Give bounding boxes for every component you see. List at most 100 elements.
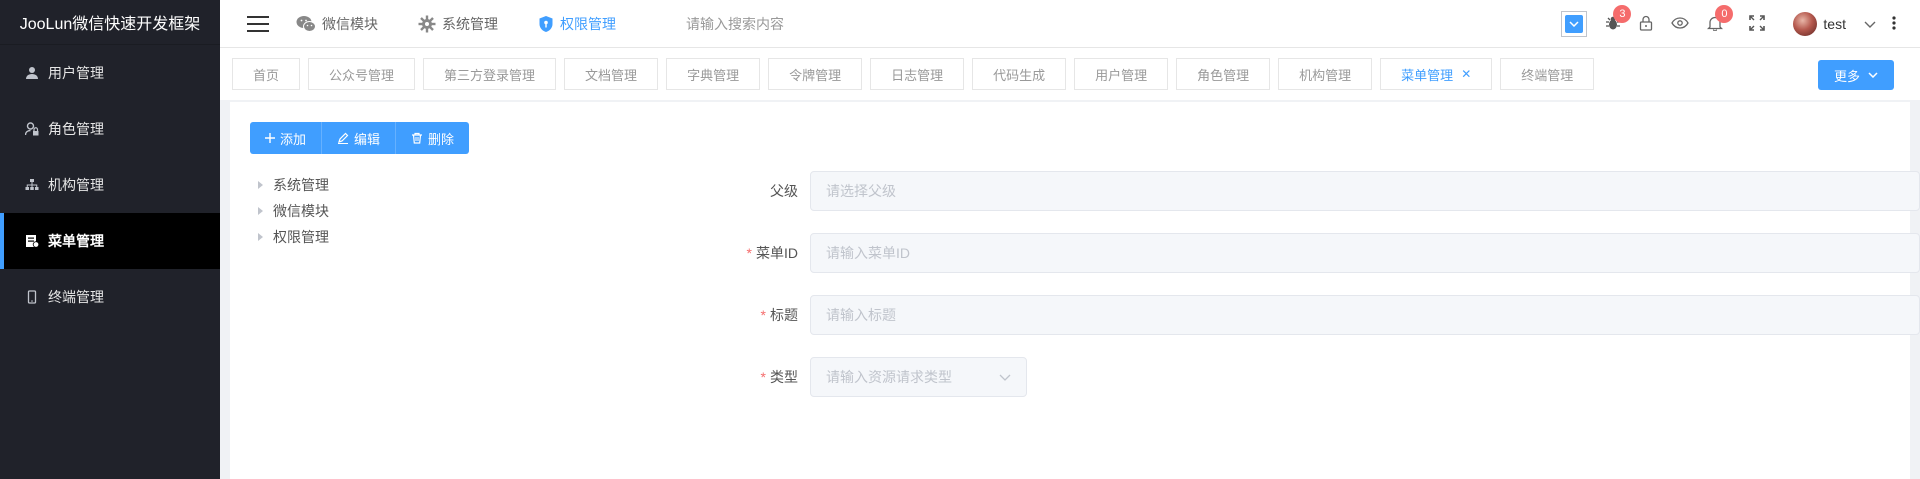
sidebar-item-roles[interactable]: 角色管理 <box>0 101 220 157</box>
shield-icon <box>538 15 554 33</box>
more-label: 更多 <box>1833 68 1860 84</box>
form-row-parent: 父级 <box>690 170 1920 212</box>
tab-orgs[interactable]: 机构管理 <box>1278 58 1373 90</box>
nav-permission-management[interactable]: 权限管理 <box>538 14 616 34</box>
user-menu[interactable]: test <box>1793 12 1846 36</box>
search-input[interactable] <box>686 8 906 39</box>
eye-button[interactable] <box>1671 16 1690 32</box>
parent-field[interactable] <box>810 171 1920 211</box>
required-mark: * <box>760 369 766 385</box>
sidebar: JooLun微信快速开发框架 用户管理 角色管理 机构管理 菜单管理 终端管理 <box>0 0 220 479</box>
hamburger-menu-icon[interactable] <box>220 0 296 48</box>
nav-label: 微信模块 <box>322 15 378 32</box>
gear-icon <box>418 15 436 33</box>
sidebar-item-menus[interactable]: 菜单管理 <box>0 213 220 269</box>
tree-node[interactable]: 微信模块 <box>258 198 329 224</box>
title-label-text: 标题 <box>770 307 798 323</box>
chevron-down-icon <box>1868 72 1878 78</box>
brand-title: JooLun微信快速开发框架 <box>0 0 220 45</box>
tab-dictionary[interactable]: 字典管理 <box>666 58 761 90</box>
menu-id-label: * 菜单ID <box>690 243 810 263</box>
caret-right-icon[interactable] <box>258 207 263 215</box>
add-button[interactable]: 添加 <box>250 122 323 154</box>
menu-tree: 系统管理 微信模块 权限管理 <box>258 172 329 250</box>
tabs-bar: 首页 公众号管理 第三方登录管理 文档管理 字典管理 令牌管理 日志管理 代码生… <box>220 48 1920 100</box>
close-icon[interactable]: ✕ <box>1461 67 1471 81</box>
mobile-icon <box>24 289 40 305</box>
type-label: * 类型 <box>690 367 810 387</box>
tab-home[interactable]: 首页 <box>232 58 301 90</box>
chevron-down-icon <box>1864 16 1876 32</box>
title-label: * 标题 <box>690 305 810 325</box>
tree-node-label: 系统管理 <box>273 177 329 193</box>
tab-terminals[interactable]: 终端管理 <box>1500 58 1595 90</box>
tab-code-gen[interactable]: 代码生成 <box>972 58 1067 90</box>
edit-label: 编辑 <box>354 131 381 147</box>
plus-icon <box>265 133 275 143</box>
sidebar-item-terminals[interactable]: 终端管理 <box>0 269 220 325</box>
tab-roles[interactable]: 角色管理 <box>1176 58 1271 90</box>
theme-dropdown[interactable] <box>1561 11 1588 37</box>
edit-icon <box>337 132 349 144</box>
sidebar-item-label: 终端管理 <box>48 289 104 305</box>
more-tabs-button[interactable]: 更多 <box>1818 60 1894 90</box>
sidebar-item-users[interactable]: 用户管理 <box>0 45 220 101</box>
form-row-type: * 类型 请输入资源请求类型 <box>690 356 1920 398</box>
tab-official-account[interactable]: 公众号管理 <box>308 58 416 90</box>
tab-menus[interactable]: 菜单管理 ✕ <box>1380 58 1493 90</box>
more-options-button[interactable] <box>1892 15 1896 33</box>
lock-button[interactable] <box>1639 15 1653 34</box>
notification-button[interactable]: 0 <box>1707 4 1734 34</box>
tree-node[interactable]: 系统管理 <box>258 172 329 198</box>
trash-icon <box>411 132 423 144</box>
title-field[interactable] <box>810 295 1920 335</box>
top-header: 微信模块 系统管理 权限管理 3 <box>220 0 1920 48</box>
tab-logs[interactable]: 日志管理 <box>870 58 965 90</box>
main-panel: 添加 编辑 删除 系统管理 微信模块 权限管理 父级 请选择父级 * 菜单ID … <box>230 102 1920 479</box>
edit-button[interactable]: 编辑 <box>322 122 397 154</box>
tab-documents[interactable]: 文档管理 <box>564 58 659 90</box>
chevron-down-icon <box>1565 15 1584 33</box>
tab-users[interactable]: 用户管理 <box>1074 58 1169 90</box>
tab-tokens[interactable]: 令牌管理 <box>768 58 863 90</box>
delete-button[interactable]: 删除 <box>396 122 470 154</box>
toolbar: 添加 编辑 删除 <box>250 122 470 154</box>
add-label: 添加 <box>280 131 307 147</box>
menu-form: 父级 *菜单ID *标题 *类型 请输入资源请求类型 <box>690 170 1920 418</box>
user-icon <box>24 65 40 81</box>
tree-node[interactable]: 权限管理 <box>258 224 329 250</box>
type-label-text: 类型 <box>770 369 798 385</box>
menu-id-label-text: 菜单ID <box>756 245 798 261</box>
nav-label: 权限管理 <box>560 15 616 32</box>
notification-count-badge: 0 <box>1715 4 1734 23</box>
sidebar-item-label: 用户管理 <box>48 65 104 81</box>
nav-wechat-module[interactable]: 微信模块 <box>296 14 378 34</box>
fullscreen-icon <box>1749 14 1766 34</box>
tab-third-party-login[interactable]: 第三方登录管理 <box>423 58 557 90</box>
tree-node-label: 权限管理 <box>273 229 329 245</box>
form-row-menu-id: * 菜单ID <box>690 232 1920 274</box>
menu-doc-icon <box>24 233 40 249</box>
delete-label: 删除 <box>428 131 455 147</box>
caret-right-icon[interactable] <box>258 181 263 189</box>
wechat-icon <box>296 15 316 33</box>
fullscreen-button[interactable] <box>1749 14 1766 34</box>
avatar <box>1793 12 1818 36</box>
type-select[interactable]: 请输入资源请求类型 <box>810 357 1027 397</box>
bug-button[interactable]: 3 <box>1605 4 1632 34</box>
caret-right-icon[interactable] <box>258 233 263 241</box>
parent-label-text: 父级 <box>770 183 798 199</box>
parent-label: 父级 <box>690 181 810 201</box>
type-select-placeholder: 请输入资源请求类型 <box>826 369 952 385</box>
required-mark: * <box>760 307 766 323</box>
nav-system-management[interactable]: 系统管理 <box>418 14 498 34</box>
sidebar-item-label: 机构管理 <box>48 177 104 193</box>
sidebar-item-label: 菜单管理 <box>48 233 104 249</box>
user-menu-dropdown[interactable] <box>1864 16 1876 32</box>
menu-id-field[interactable] <box>810 233 1920 273</box>
required-mark: * <box>746 245 752 261</box>
form-row-title: * 标题 <box>690 294 1920 336</box>
user-lock-icon <box>24 121 40 137</box>
theme-dropdown-box <box>1561 11 1588 37</box>
sidebar-item-orgs[interactable]: 机构管理 <box>0 157 220 213</box>
